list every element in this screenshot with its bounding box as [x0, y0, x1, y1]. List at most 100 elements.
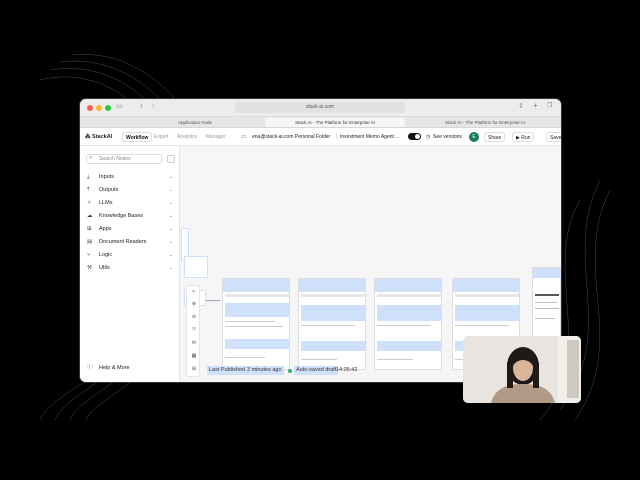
- project-name[interactable]: Investment Memo Agent ...: [340, 128, 399, 146]
- sidebar-item-utils[interactable]: ⚒ Utils ⌄: [87, 264, 173, 273]
- node-header: [453, 279, 519, 292]
- branch-icon: ⑂: [87, 252, 91, 258]
- tab-overview-icon[interactable]: ❐: [547, 102, 552, 109]
- text-line: [535, 294, 559, 296]
- prompt-highlight: [377, 341, 441, 351]
- draft-toggle[interactable]: [408, 133, 421, 140]
- text-line: [225, 357, 265, 358]
- llm-node-card[interactable]: [222, 278, 290, 370]
- logo-text: StackAI: [92, 134, 113, 140]
- zoom-in-icon[interactable]: ⊕: [190, 300, 198, 308]
- sidebar-item-knowledge-bases[interactable]: ☁ Knowledge Bases ⌄: [87, 212, 173, 221]
- chevron-down-icon: ⌄: [168, 265, 173, 271]
- sidebar-item-outputs[interactable]: ⤒ Outputs ⌄: [87, 186, 173, 195]
- sidebar-item-document-readers[interactable]: ▤ Document Readers ⌄: [87, 238, 173, 247]
- node-sidebar: ⌕ Search Nodes ⤓ Inputs ⌄ ⤒ Outputs ⌄ ✧ LLMs ⌄…: [80, 146, 180, 382]
- see-versions-button[interactable]: See versions: [433, 128, 462, 146]
- node-header: [375, 279, 441, 292]
- text-line: [535, 302, 557, 303]
- avatar[interactable]: E: [469, 132, 479, 142]
- share-page-icon[interactable]: ⇧: [518, 102, 524, 110]
- tab-manager[interactable]: Manager: [203, 132, 229, 142]
- share-button[interactable]: Share: [484, 132, 506, 142]
- sidebar-toggle-icon[interactable]: ▭: [116, 102, 123, 110]
- node-header: [299, 279, 365, 292]
- sidebar-item-apps[interactable]: ⊞ Apps ⌄: [87, 225, 173, 234]
- node-header: [223, 279, 289, 292]
- saved-status-dot: [288, 369, 292, 373]
- search-nodes-input[interactable]: Search Nodes: [86, 154, 162, 164]
- prompt-highlight: [301, 305, 365, 321]
- run-label: Run: [521, 135, 531, 141]
- save-button[interactable]: Save: [546, 132, 561, 142]
- download-icon: ⤓: [87, 174, 90, 180]
- text-line: [535, 318, 555, 319]
- grid-icon: ⊞: [87, 226, 92, 232]
- presenter-video-image: [463, 336, 581, 403]
- sidebar-item-label: LLMs: [99, 200, 113, 206]
- llm-node-card[interactable]: [374, 278, 442, 370]
- stackai-logo[interactable]: ⁂ StackAI: [85, 128, 112, 146]
- sidebar-item-llms[interactable]: ✧ LLMs ⌄: [87, 199, 173, 208]
- sidebar-item-inputs[interactable]: ⤓ Inputs ⌄: [87, 173, 173, 182]
- zoom-out-icon[interactable]: ⊖: [190, 313, 198, 321]
- minimap-icon[interactable]: ▦: [190, 352, 198, 360]
- chevron-down-icon: ⌄: [168, 252, 173, 258]
- chevron-down-icon: ⌄: [168, 213, 173, 219]
- tab-export[interactable]: Export: [151, 132, 171, 142]
- autosaved-time: 14:05:42: [336, 367, 358, 373]
- stackai-logo-icon: ⁂: [85, 134, 91, 140]
- grid-icon[interactable]: ⊞: [190, 365, 198, 373]
- tab-analytics[interactable]: Analytics: [174, 132, 200, 142]
- chevron-down-icon: ⌄: [168, 187, 173, 193]
- sidebar-item-label: Utils: [99, 265, 110, 271]
- forward-icon[interactable]: ›: [152, 101, 155, 110]
- chevron-down-icon: ⌄: [168, 174, 173, 180]
- chevron-down-icon: ⌄: [168, 226, 173, 232]
- fit-view-icon[interactable]: ⤧: [190, 326, 198, 334]
- close-window-button[interactable]: [87, 105, 93, 111]
- new-tab-icon[interactable]: +: [533, 101, 538, 110]
- chevron-down-icon: ⌄: [168, 200, 173, 206]
- text-line: [377, 359, 413, 360]
- prompt-highlight: [455, 305, 519, 321]
- help-icon: ⓘ: [87, 365, 93, 371]
- sparkle-icon: ✧: [87, 200, 92, 206]
- minimize-window-button[interactable]: [96, 105, 102, 111]
- browser-tab-1[interactable]: Application Node: [135, 118, 255, 127]
- sidebar-item-label: Outputs: [99, 187, 119, 193]
- browser-tab-3[interactable]: Stack AI - The Platform for Enterprise A…: [415, 118, 555, 127]
- sidebar-item-logic[interactable]: ⑂ Logic ⌄: [87, 251, 173, 260]
- wrench-icon: ⚒: [87, 265, 92, 271]
- tab-workflow[interactable]: Workflow: [122, 132, 153, 142]
- node-toolbar: [455, 294, 519, 297]
- browser-tab-2[interactable]: Stack AI - The Platform for Enterprise A…: [265, 118, 405, 127]
- chevron-down-icon: ⌄: [168, 239, 173, 245]
- folder-icon: ▭: [241, 134, 247, 140]
- upload-icon: ⤒: [87, 187, 90, 193]
- versions-icon: ◷: [426, 134, 431, 140]
- node-header: [533, 268, 561, 278]
- breadcrumb-separator: |: [336, 134, 338, 140]
- help-and-more[interactable]: ⓘ Help & More: [87, 364, 173, 373]
- zoom-window-button[interactable]: [105, 105, 111, 111]
- note-icon[interactable]: ✉: [190, 339, 198, 347]
- address-bar[interactable]: stack-ai.com: [235, 102, 405, 113]
- text-line: [377, 325, 431, 326]
- pointer-icon[interactable]: ↖: [190, 288, 198, 296]
- collapse-sidebar-icon[interactable]: [167, 155, 175, 163]
- folder-breadcrumb[interactable]: ena@stack-ai.com Personal Folder: [252, 128, 330, 146]
- llm-node-card[interactable]: [298, 278, 366, 370]
- back-icon[interactable]: ‹: [140, 101, 143, 110]
- screen-recording: ▭ ‹ › stack-ai.com ⇧ + ❐ Application Nod…: [0, 0, 640, 480]
- sidebar-item-label: Inputs: [99, 174, 114, 180]
- browser-tabs: Application Node Stack AI - The Platform…: [80, 117, 561, 128]
- last-published-label: Last Published: [207, 366, 248, 375]
- text-line: [225, 326, 283, 327]
- text-line: [225, 321, 275, 322]
- run-button[interactable]: ▶ Run: [512, 132, 535, 142]
- workflow-node[interactable]: [184, 256, 208, 278]
- browser-titlebar: ▭ ‹ › stack-ai.com ⇧ + ❐: [80, 99, 561, 117]
- text-line: [535, 308, 559, 309]
- sidebar-item-label: Apps: [99, 226, 112, 232]
